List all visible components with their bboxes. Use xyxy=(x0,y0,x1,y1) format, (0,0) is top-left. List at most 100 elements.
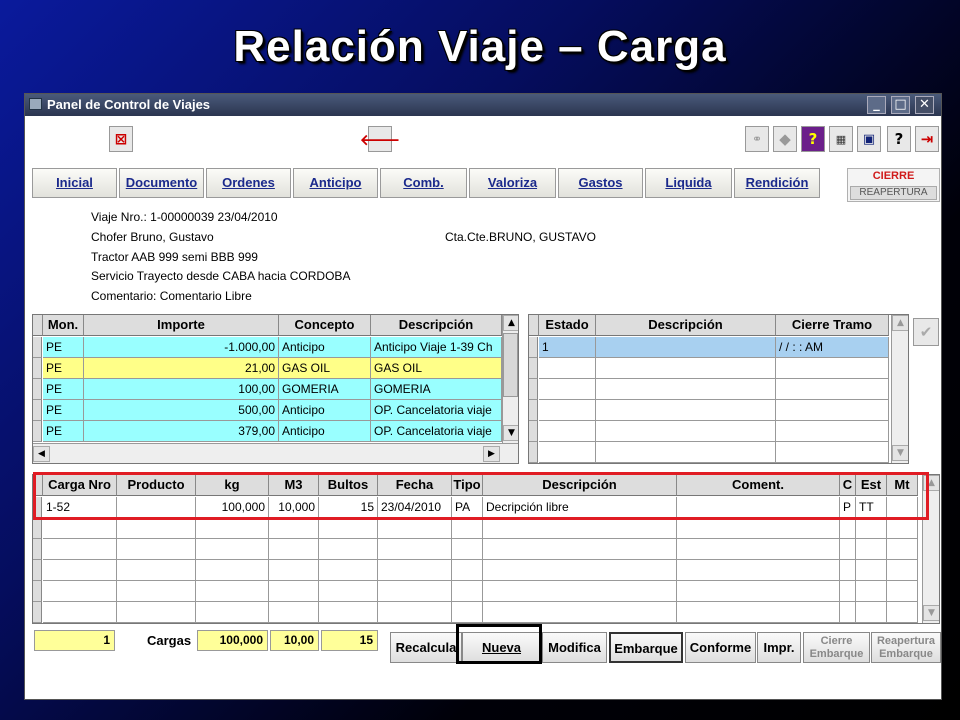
importe-cell[interactable]: 21,00 xyxy=(84,358,279,379)
estado-cell[interactable] xyxy=(539,379,596,400)
mt-cell[interactable] xyxy=(887,581,918,602)
cierre-tramo-cell[interactable]: / / : : AM xyxy=(776,337,889,358)
est-cell[interactable] xyxy=(856,581,887,602)
row-indicator[interactable] xyxy=(33,581,42,602)
descripcion-cell[interactable] xyxy=(596,358,776,379)
tipo-cell[interactable] xyxy=(452,518,483,539)
descripcion-cell[interactable]: GOMERIA xyxy=(371,379,502,400)
tab-ordenes[interactable]: Ordenes xyxy=(206,168,291,198)
descripcion-cell[interactable]: OP. Cancelatoria viaje xyxy=(371,400,502,421)
scroll-down-icon[interactable]: ▼ xyxy=(503,425,518,441)
descripcion-cell[interactable] xyxy=(483,602,677,623)
producto-cell[interactable] xyxy=(117,602,196,623)
row-indicator[interactable] xyxy=(33,539,42,560)
cierre-tramo-cell[interactable] xyxy=(776,400,889,421)
cierre-tramo-cell[interactable] xyxy=(776,442,889,463)
bultos-cell[interactable] xyxy=(319,518,378,539)
fecha-cell[interactable] xyxy=(378,539,452,560)
est-cell[interactable] xyxy=(856,560,887,581)
tab-documento[interactable]: Documento xyxy=(119,168,204,198)
estado-cell[interactable] xyxy=(539,358,596,379)
importe-cell[interactable]: 100,00 xyxy=(84,379,279,400)
row-indicator[interactable] xyxy=(529,337,538,358)
coment-cell[interactable] xyxy=(677,539,840,560)
row-indicator[interactable] xyxy=(33,602,42,623)
close-button[interactable]: ✕ xyxy=(915,96,934,114)
tipo-cell[interactable] xyxy=(452,560,483,581)
mt-cell[interactable] xyxy=(887,539,918,560)
row-indicator[interactable] xyxy=(529,358,538,379)
left-hscroll[interactable]: ◀ ▶ xyxy=(33,443,518,463)
scroll-down-icon[interactable]: ▼ xyxy=(892,445,908,461)
right-vscroll[interactable]: ▲ ▼ xyxy=(891,315,908,463)
tab-liquida[interactable]: Liquida xyxy=(645,168,732,198)
bultos-cell[interactable] xyxy=(319,602,378,623)
c-cell[interactable] xyxy=(840,518,856,539)
binoculars-icon[interactable]: ⚭ xyxy=(745,126,769,152)
c-cell[interactable] xyxy=(840,560,856,581)
tipo-cell[interactable] xyxy=(452,602,483,623)
scroll-down-icon[interactable]: ▼ xyxy=(923,605,939,621)
mon-cell[interactable]: PE xyxy=(43,337,84,358)
grid-icon[interactable]: ▦ xyxy=(829,126,853,152)
carga-nro-cell[interactable] xyxy=(43,518,117,539)
scroll-left-icon[interactable]: ◀ xyxy=(33,446,50,462)
bultos-cell[interactable] xyxy=(319,539,378,560)
producto-cell[interactable] xyxy=(117,518,196,539)
m3-cell[interactable] xyxy=(269,581,319,602)
concepto-cell[interactable]: GAS OIL xyxy=(279,358,371,379)
producto-cell[interactable] xyxy=(117,560,196,581)
tab-anticipo[interactable]: Anticipo xyxy=(293,168,378,198)
coment-cell[interactable] xyxy=(677,518,840,539)
importe-cell[interactable]: -1.000,00 xyxy=(84,337,279,358)
row-indicator[interactable] xyxy=(33,400,42,421)
scroll-right-icon[interactable]: ▶ xyxy=(483,446,500,462)
descripcion-cell[interactable]: OP. Cancelatoria viaje xyxy=(371,421,502,442)
kg-cell[interactable] xyxy=(196,602,269,623)
scroll-up-icon[interactable]: ▲ xyxy=(892,315,908,331)
c-cell[interactable] xyxy=(840,539,856,560)
mon-cell[interactable]: PE xyxy=(43,379,84,400)
mt-cell[interactable] xyxy=(887,560,918,581)
row-indicator[interactable] xyxy=(33,379,42,400)
reapertura-embarque-button[interactable]: Reapertura Embarque xyxy=(871,632,941,663)
mon-cell[interactable]: PE xyxy=(43,421,84,442)
coment-cell[interactable] xyxy=(677,581,840,602)
row-indicator[interactable] xyxy=(529,400,538,421)
descripcion-cell[interactable] xyxy=(483,518,677,539)
importe-cell[interactable]: 379,00 xyxy=(84,421,279,442)
m3-cell[interactable] xyxy=(269,539,319,560)
importe-cell[interactable]: 500,00 xyxy=(84,400,279,421)
descripcion-cell[interactable] xyxy=(596,442,776,463)
descripcion-cell[interactable]: GAS OIL xyxy=(371,358,502,379)
bultos-cell[interactable] xyxy=(319,560,378,581)
tag-icon[interactable]: ◆ xyxy=(773,126,797,152)
reapertura-button[interactable]: REAPERTURA xyxy=(850,186,937,200)
carga-nro-cell[interactable] xyxy=(43,602,117,623)
kg-cell[interactable] xyxy=(196,560,269,581)
descripcion-cell[interactable] xyxy=(596,379,776,400)
coment-cell[interactable] xyxy=(677,602,840,623)
descripcion-cell[interactable] xyxy=(483,539,677,560)
estado-cell[interactable] xyxy=(539,442,596,463)
concepto-cell[interactable]: GOMERIA xyxy=(279,379,371,400)
cierre-button[interactable]: CIERRE xyxy=(848,170,939,182)
tab-valoriza[interactable]: Valoriza xyxy=(469,168,556,198)
coment-cell[interactable] xyxy=(677,560,840,581)
mt-cell[interactable] xyxy=(887,602,918,623)
help-icon[interactable]: ? xyxy=(801,126,825,152)
est-cell[interactable] xyxy=(856,602,887,623)
m3-cell[interactable] xyxy=(269,602,319,623)
tab-inicial[interactable]: Inicial xyxy=(32,168,117,198)
cierre-tramo-cell[interactable] xyxy=(776,358,889,379)
descripcion-cell[interactable] xyxy=(596,421,776,442)
descripcion-cell[interactable]: Anticipo Viaje 1-39 Ch xyxy=(371,337,502,358)
descripcion-cell[interactable] xyxy=(596,337,776,358)
estado-cell[interactable] xyxy=(539,400,596,421)
fecha-cell[interactable] xyxy=(378,581,452,602)
calculator-icon[interactable]: ▣ xyxy=(857,126,881,152)
row-indicator[interactable] xyxy=(33,421,42,442)
m3-cell[interactable] xyxy=(269,560,319,581)
delete-icon[interactable]: ⊠ xyxy=(109,126,133,152)
carga-nro-cell[interactable] xyxy=(43,560,117,581)
